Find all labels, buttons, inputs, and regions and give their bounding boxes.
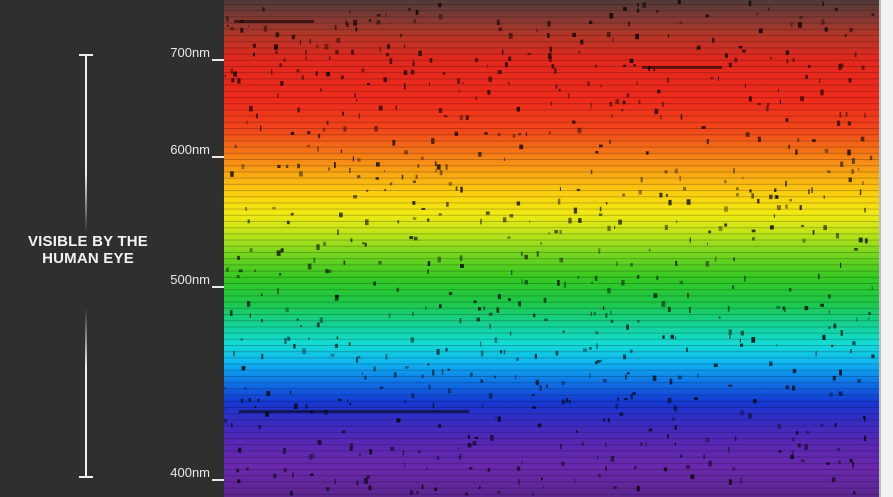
tick-label-400nm: 400nm xyxy=(170,465,210,480)
tick-label-700nm: 700nm xyxy=(170,45,210,60)
tick-mark-500nm xyxy=(212,286,224,288)
visible-range-label: VISIBLE BY THE HUMAN EYE xyxy=(27,233,149,267)
right-edge xyxy=(879,0,893,497)
visible-range-top-cap xyxy=(79,54,93,56)
tick-label-600nm: 600nm xyxy=(170,142,210,157)
absorption-lines xyxy=(224,0,879,497)
tick-mark-600nm xyxy=(212,156,224,158)
tick-mark-700nm xyxy=(212,59,224,61)
tick-mark-400nm xyxy=(212,479,224,481)
visible-range-bottom-cap xyxy=(79,476,93,478)
right-edge-border xyxy=(879,0,881,497)
tick-label-500nm: 500nm xyxy=(170,272,210,287)
